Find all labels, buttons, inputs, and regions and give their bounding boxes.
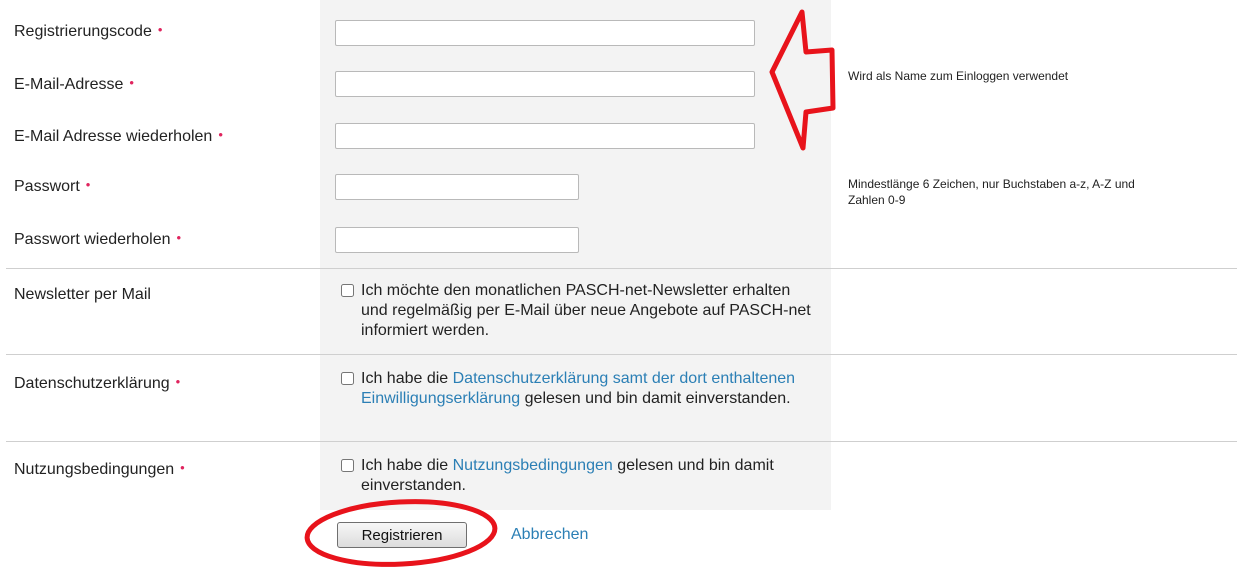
email-repeat-label: E-Mail Adresse wiederholen • [14, 127, 223, 145]
terms-checkbox[interactable] [341, 459, 354, 472]
newsletter-text: Ich möchte den monatlichen PASCH-net-New… [361, 282, 811, 339]
terms-text: Ich habe die Nutzungsbedingungen gelesen… [361, 457, 774, 494]
password-hint: Mindestlänge 6 Zeichen, nur Buchstaben a… [848, 176, 1228, 208]
password-hint-line-1: Mindestlänge 6 Zeichen, nur Buchstaben a… [848, 177, 1135, 191]
required-marker: • [85, 177, 91, 192]
email-label: E-Mail-Adresse • [14, 75, 134, 93]
terms-label: Nutzungsbedingungen • [14, 460, 185, 478]
privacy-label: Datenschutzerklärung • [14, 374, 181, 392]
password-hint-line-2: Zahlen 0-9 [848, 193, 906, 207]
required-marker: • [175, 374, 181, 389]
divider [6, 268, 1237, 269]
divider [6, 441, 1237, 442]
terms-option: Ich habe die Nutzungsbedingungen gelesen… [341, 456, 821, 496]
email-input[interactable] [335, 71, 755, 97]
newsletter-checkbox[interactable] [341, 284, 354, 297]
password-repeat-label: Passwort wiederholen • [14, 230, 182, 248]
cancel-link[interactable]: Abbrechen [511, 525, 588, 545]
password-repeat-input[interactable] [335, 227, 579, 253]
divider [6, 354, 1237, 355]
required-marker: • [157, 22, 163, 37]
required-marker: • [129, 75, 134, 90]
terms-link[interactable]: Nutzungsbedingungen [453, 457, 613, 474]
password-label: Passwort • [14, 177, 91, 195]
email-hint: Wird als Name zum Einloggen verwendet [848, 69, 1069, 83]
newsletter-option: Ich möchte den monatlichen PASCH-net-New… [341, 281, 821, 341]
registration-code-input[interactable] [335, 20, 755, 46]
email-repeat-input[interactable] [335, 123, 755, 149]
registration-code-label: Registrierungscode • [14, 22, 163, 40]
required-marker: • [180, 460, 185, 475]
required-marker: • [176, 230, 182, 245]
password-input[interactable] [335, 174, 579, 200]
newsletter-label: Newsletter per Mail [14, 286, 151, 303]
privacy-option: Ich habe die Datenschutzerklärung samt d… [341, 369, 821, 409]
privacy-text: Ich habe die Datenschutzerklärung samt d… [361, 370, 796, 407]
required-marker: • [218, 127, 223, 142]
privacy-checkbox[interactable] [341, 372, 354, 385]
register-button[interactable]: Registrieren [337, 522, 467, 548]
